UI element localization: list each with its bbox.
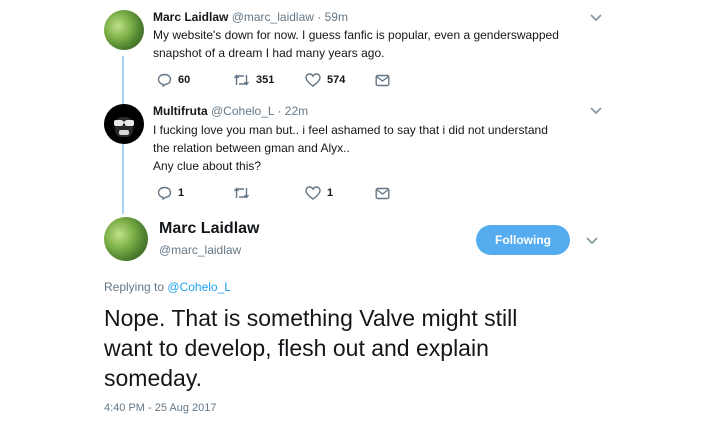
reply-button[interactable]: 1 xyxy=(157,186,233,200)
chevron-down-icon[interactable] xyxy=(589,13,603,23)
tweet-text-line: Nope. That is something Valve might stil… xyxy=(104,305,518,331)
tweet-text: Nope. That is something Valve might stil… xyxy=(104,303,574,393)
retweet-button[interactable] xyxy=(233,186,305,200)
like-icon xyxy=(305,73,321,87)
author-name[interactable]: Marc Laidlaw xyxy=(159,220,259,238)
tweet-header: Marc Laidlaw @marc_laidlaw · 59m xyxy=(153,10,348,24)
like-count: 574 xyxy=(327,74,346,86)
retweet-button[interactable]: 351 xyxy=(233,73,305,87)
tweet-actions: 1 1 xyxy=(157,186,390,200)
message-button[interactable] xyxy=(375,74,390,87)
like-icon xyxy=(305,186,321,200)
chevron-down-icon[interactable] xyxy=(585,236,599,246)
avatar[interactable] xyxy=(104,217,148,261)
reply-icon xyxy=(157,186,172,200)
tweet-text-line: want to develop, flesh out and explain xyxy=(104,335,489,361)
reply-count: 60 xyxy=(178,74,191,86)
tweet-text: I fucking love you man but.. i feel asha… xyxy=(153,121,593,175)
replying-prefix: Replying to xyxy=(104,280,165,294)
like-button[interactable]: 574 xyxy=(305,73,375,87)
retweet-icon xyxy=(233,74,250,86)
tweet-header: Multifruta @Cohelo_L · 22m xyxy=(153,104,308,118)
avatar[interactable] xyxy=(104,10,144,50)
like-button[interactable]: 1 xyxy=(305,186,375,200)
avatar[interactable] xyxy=(104,104,144,144)
author-handle[interactable]: @Cohelo_L xyxy=(211,104,274,118)
tweet-text-line: Any clue about this? xyxy=(153,159,262,173)
author-name[interactable]: Marc Laidlaw xyxy=(153,10,228,24)
tweet-text: My website's down for now. I guess fanfi… xyxy=(153,28,559,60)
like-count: 1 xyxy=(327,187,334,199)
retweet-count: 351 xyxy=(256,74,275,86)
tweet-text-line: the relation between gman and Alyx.. xyxy=(153,141,350,155)
reply-icon xyxy=(157,73,172,87)
following-button[interactable]: Following xyxy=(476,225,570,255)
chevron-down-icon[interactable] xyxy=(589,106,603,116)
message-icon xyxy=(375,74,390,86)
reply-button[interactable]: 60 xyxy=(157,73,233,87)
reply-count: 1 xyxy=(178,187,185,199)
replying-to-link[interactable]: @Cohelo_L xyxy=(167,280,231,294)
replying-to: Replying to @Cohelo_L xyxy=(104,280,231,294)
author-handle[interactable]: @marc_laidlaw xyxy=(159,243,241,257)
author-name[interactable]: Multifruta xyxy=(153,104,208,118)
avatar-face-icon xyxy=(114,117,134,137)
retweet-icon xyxy=(233,187,250,199)
tweet-actions: 60 351 574 xyxy=(157,73,390,87)
tweet-time[interactable]: · 59m xyxy=(317,10,348,24)
tweet-text-line: I fucking love you man but.. i feel asha… xyxy=(153,123,548,137)
message-button[interactable] xyxy=(375,187,390,200)
tweet-timestamp[interactable]: 4:40 PM - 25 Aug 2017 xyxy=(104,402,217,414)
author-handle[interactable]: @marc_laidlaw xyxy=(232,10,314,24)
tweet-time[interactable]: · 22m xyxy=(277,104,308,118)
message-icon xyxy=(375,187,390,199)
tweet-text-line: someday. xyxy=(104,365,203,391)
